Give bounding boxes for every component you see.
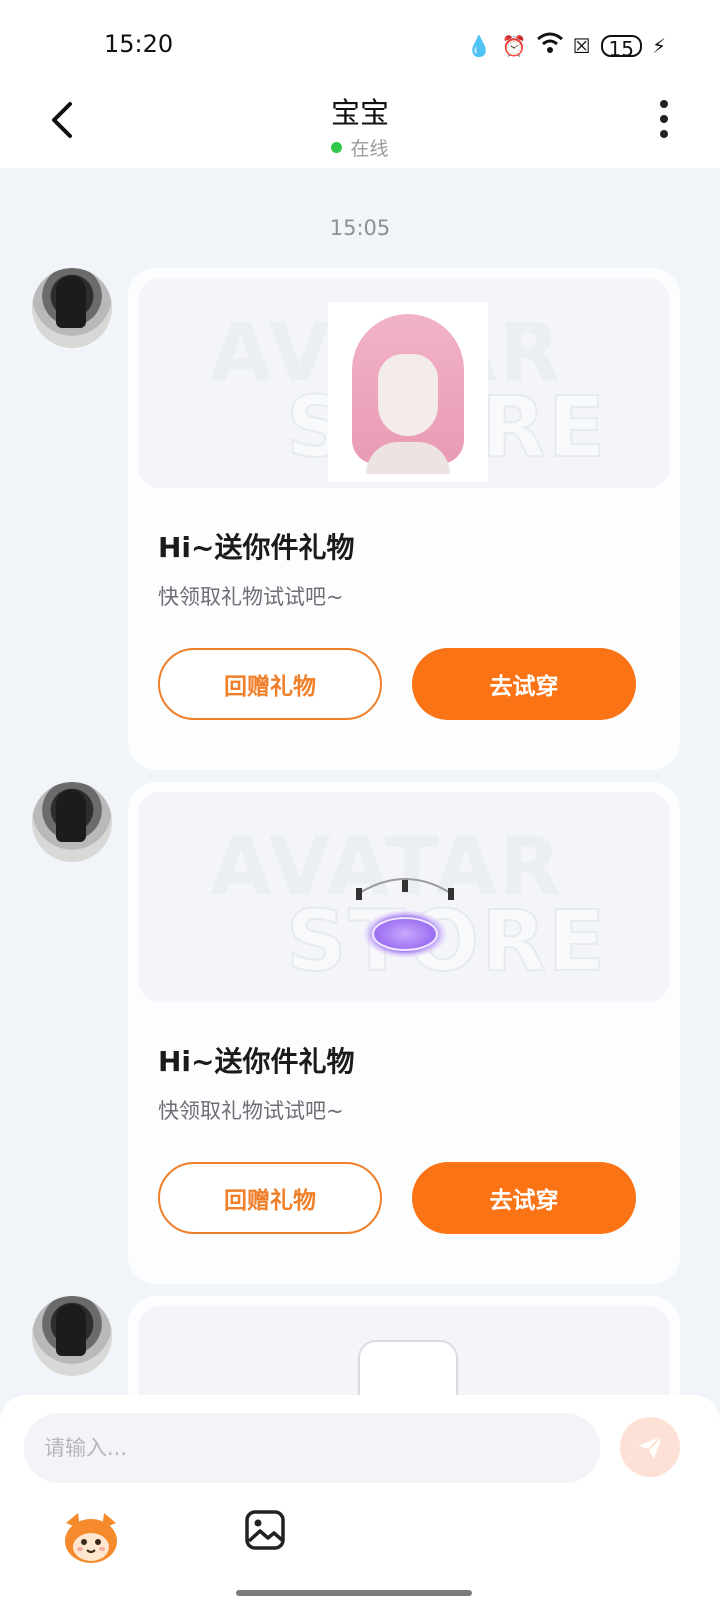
avatar[interactable] — [32, 782, 112, 862]
pink-hair-icon — [328, 302, 488, 482]
wifi-icon — [536, 32, 563, 59]
send-button[interactable] — [620, 1417, 680, 1477]
chat-title: 宝宝 — [330, 96, 389, 130]
gift-subtitle: 快领取礼物试试吧~ — [158, 1099, 344, 1123]
try-on-button[interactable]: 去试穿 — [412, 648, 636, 720]
drop-icon: 💧 — [466, 33, 492, 58]
home-indicator[interactable] — [236, 1590, 472, 1596]
battery-icon: 15 — [600, 34, 642, 61]
message-input[interactable] — [24, 1413, 600, 1483]
gift-title: Hi~送你件礼物 — [158, 1045, 355, 1078]
charging-icon: ⚡ — [651, 33, 666, 58]
more-dot-icon — [660, 115, 668, 123]
return-gift-button[interactable]: 回赠礼物 — [158, 1162, 382, 1234]
avatar[interactable] — [32, 1296, 112, 1376]
gift-preview: AVATAR STORE — [138, 792, 670, 1002]
online-status: 在线 — [0, 134, 720, 161]
status-time: 15:20 — [104, 30, 174, 58]
image-picker-button[interactable] — [244, 1509, 286, 1551]
input-bar — [0, 1395, 720, 1600]
gift-card[interactable]: AVATAR STORE Hi~送你件礼物 快领取礼物试试吧~ 回赠礼物 去试穿 — [128, 782, 680, 1284]
chat-title-block: 宝宝 在线 — [0, 90, 720, 161]
sim-blocked-icon: ☒ — [572, 33, 591, 58]
online-label: 在线 — [350, 138, 389, 160]
return-gift-button[interactable]: 回赠礼物 — [158, 648, 382, 720]
avatar[interactable] — [32, 268, 112, 348]
mascot-emoji-button[interactable] — [60, 1509, 122, 1565]
more-dot-icon — [660, 100, 668, 108]
gift-subtitle: 快领取礼物试试吧~ — [158, 585, 344, 609]
gift-preview: AVATAR STORE — [138, 278, 670, 488]
purple-halo-icon — [356, 878, 454, 958]
gift-card[interactable]: AVATAR STORE Hi~送你件礼物 快领取礼物试试吧~ 回赠礼物 去试穿 — [128, 268, 680, 770]
status-icons: 💧 ⏰ ☒ 15 ⚡ — [466, 32, 666, 61]
gift-title: Hi~送你件礼物 — [158, 531, 355, 564]
chat-timestamp: 15:05 — [329, 216, 391, 240]
send-icon — [638, 1435, 663, 1459]
alarm-icon: ⏰ — [501, 33, 527, 58]
chat-header: 宝宝 在线 — [0, 80, 720, 168]
image-icon — [245, 1510, 285, 1550]
more-options-button[interactable] — [654, 100, 674, 142]
status-bar: 15:20 💧 ⏰ ☒ 15 ⚡ — [0, 0, 720, 80]
mascot-icon — [65, 1513, 117, 1563]
try-on-button[interactable]: 去试穿 — [412, 1162, 636, 1234]
more-dot-icon — [660, 130, 668, 138]
online-dot-icon — [331, 142, 343, 153]
